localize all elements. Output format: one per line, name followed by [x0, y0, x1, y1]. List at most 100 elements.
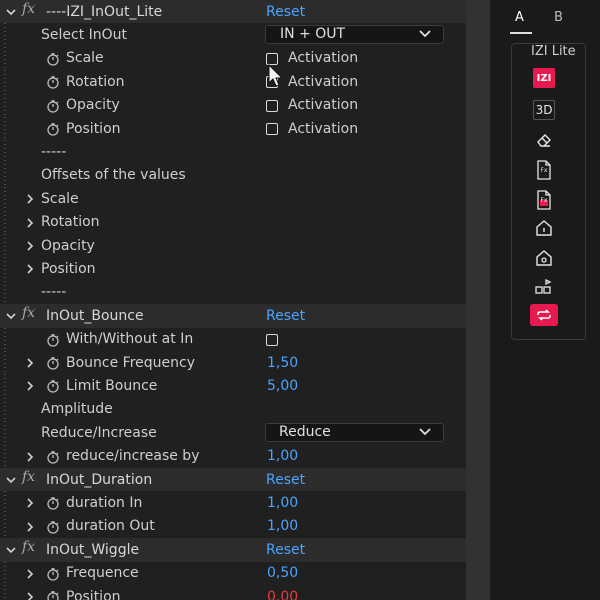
chevron-right-icon[interactable]	[24, 193, 36, 205]
group-row-offset-opacity[interactable]: Opacity	[0, 234, 466, 257]
param-row-scale: Scale Activation	[0, 46, 466, 70]
loop-button[interactable]	[530, 303, 558, 327]
bounce-frequency-value[interactable]: 1,50	[267, 355, 298, 371]
limit-bounce-value[interactable]: 5,00	[267, 378, 298, 394]
stopwatch-icon[interactable]	[46, 496, 60, 511]
tree-guide	[4, 585, 6, 600]
house-circle-icon	[536, 250, 552, 266]
param-row-rotation: Rotation Activation	[0, 70, 466, 94]
chevron-right-icon[interactable]	[24, 217, 36, 229]
chevron-right-icon[interactable]	[24, 380, 36, 392]
chevron-down-icon[interactable]	[5, 474, 17, 486]
fx-icon[interactable]: fx	[22, 469, 35, 485]
param-label: Limit Bounce	[66, 378, 158, 395]
checkbox-label: Activation	[288, 120, 359, 137]
tab-a[interactable]: A	[515, 10, 524, 25]
with-without-checkbox[interactable]	[266, 333, 278, 346]
param-row-position: Position Activation	[0, 117, 466, 140]
fx-icon[interactable]: fx	[22, 1, 35, 17]
reset-link[interactable]: Reset	[266, 472, 305, 488]
param-label: Bounce Frequency	[66, 354, 196, 371]
param-label: Reduce/Increase	[41, 424, 157, 441]
chevron-down-icon[interactable]	[5, 544, 17, 556]
group-label: Offsets of the values	[41, 167, 186, 184]
group-row-offset-rotation[interactable]: Rotation	[0, 210, 466, 234]
stopwatch-icon[interactable]	[46, 379, 60, 394]
stopwatch-icon[interactable]	[46, 333, 60, 347]
stopwatch-icon[interactable]	[46, 356, 60, 370]
effect-header-wiggle[interactable]: fx InOut_Wiggle Reset	[0, 538, 466, 562]
chevron-down-icon[interactable]	[5, 6, 17, 18]
chevron-right-icon[interactable]	[24, 357, 36, 369]
duration-in-value[interactable]: 1,00	[267, 495, 298, 511]
param-label: Rotation	[66, 73, 125, 90]
fx-icon[interactable]: fx	[22, 305, 35, 321]
tree-guide	[4, 561, 6, 585]
reset-link[interactable]: Reset	[266, 308, 305, 324]
group-row-offset-position[interactable]: Position	[0, 257, 466, 281]
param-row-duration-out: duration Out 1,00	[0, 514, 466, 538]
group-label: Scale	[41, 190, 79, 207]
panel-scrollbar[interactable]	[466, 0, 490, 600]
shapes-button[interactable]	[530, 275, 558, 299]
house-info-button[interactable]	[530, 216, 558, 240]
eraser-button[interactable]	[530, 128, 558, 152]
effect-header-bounce[interactable]: fx InOut_Bounce Reset	[0, 304, 466, 328]
param-row-wiggle-position: Position 0,00	[0, 585, 466, 600]
stopwatch-icon[interactable]	[46, 122, 60, 136]
select-inout-dropdown[interactable]: IN + OUT	[265, 25, 444, 45]
scrollbar-thumb[interactable]	[466, 0, 490, 600]
3d-button[interactable]: 3D	[530, 98, 558, 122]
stopwatch-icon[interactable]	[46, 567, 60, 581]
reset-link[interactable]: Reset	[266, 4, 305, 20]
stopwatch-icon[interactable]	[46, 52, 60, 66]
group-row-offset-scale[interactable]: Scale	[0, 187, 466, 211]
tab-b[interactable]: B	[554, 10, 563, 25]
chevron-right-icon[interactable]	[24, 451, 36, 463]
active-tab-indicator	[510, 32, 532, 34]
param-row-reduce-increase: Reduce/Increase Reduce	[0, 421, 466, 445]
tree-guide	[4, 351, 6, 374]
separator-label: -----	[41, 144, 67, 161]
effect-header-izi[interactable]: fx ----IZI_InOut_Lite Reset	[0, 0, 466, 24]
dropdown-value: IN + OUT	[280, 26, 346, 43]
stopwatch-icon[interactable]	[46, 450, 60, 464]
reduce-increase-dropdown[interactable]: Reduce	[265, 423, 444, 443]
3d-icon: 3D	[533, 100, 555, 120]
tree-guide	[4, 210, 6, 234]
frequence-value[interactable]: 0,50	[267, 565, 298, 581]
chevron-down-icon[interactable]	[5, 310, 17, 322]
tree-guide	[4, 117, 6, 140]
chevron-right-icon[interactable]	[24, 240, 36, 252]
duration-out-value[interactable]: 1,00	[267, 518, 298, 534]
fx-file-button[interactable]: Fx	[530, 158, 558, 182]
stopwatch-icon[interactable]	[46, 520, 60, 534]
separator-label: -----	[41, 284, 67, 301]
stopwatch-icon[interactable]	[46, 99, 60, 113]
chevron-right-icon[interactable]	[24, 263, 36, 275]
position-activation-checkbox[interactable]	[266, 123, 278, 135]
stopwatch-icon[interactable]	[46, 75, 60, 89]
chevron-right-icon[interactable]	[24, 591, 36, 600]
scale-activation-checkbox[interactable]	[266, 52, 278, 65]
fx-file-red-button[interactable]: Fx	[530, 188, 558, 212]
checkbox-label: Activation	[288, 50, 359, 67]
izi-button[interactable]: IZI	[530, 66, 558, 90]
chevron-right-icon[interactable]	[24, 521, 36, 533]
chevron-right-icon[interactable]	[24, 568, 36, 580]
opacity-activation-checkbox[interactable]	[266, 99, 278, 112]
param-row-opacity: Opacity Activation	[0, 93, 466, 117]
reset-link[interactable]: Reset	[266, 542, 305, 558]
house-circle-button[interactable]	[530, 246, 558, 270]
param-row-select-inout: Select InOut IN + OUT	[0, 23, 466, 47]
dropdown-value: Reduce	[279, 424, 331, 441]
wiggle-position-value[interactable]: 0,00	[267, 589, 298, 600]
chevron-right-icon[interactable]	[24, 497, 36, 509]
stopwatch-icon[interactable]	[46, 590, 60, 600]
tree-guide	[4, 327, 6, 351]
tree-guide	[4, 444, 6, 468]
reduce-by-value[interactable]: 1,00	[267, 448, 298, 464]
effect-header-duration[interactable]: fx InOut_Duration Reset	[0, 468, 466, 492]
chevron-down-icon	[419, 428, 431, 436]
fx-icon[interactable]: fx	[22, 539, 35, 555]
